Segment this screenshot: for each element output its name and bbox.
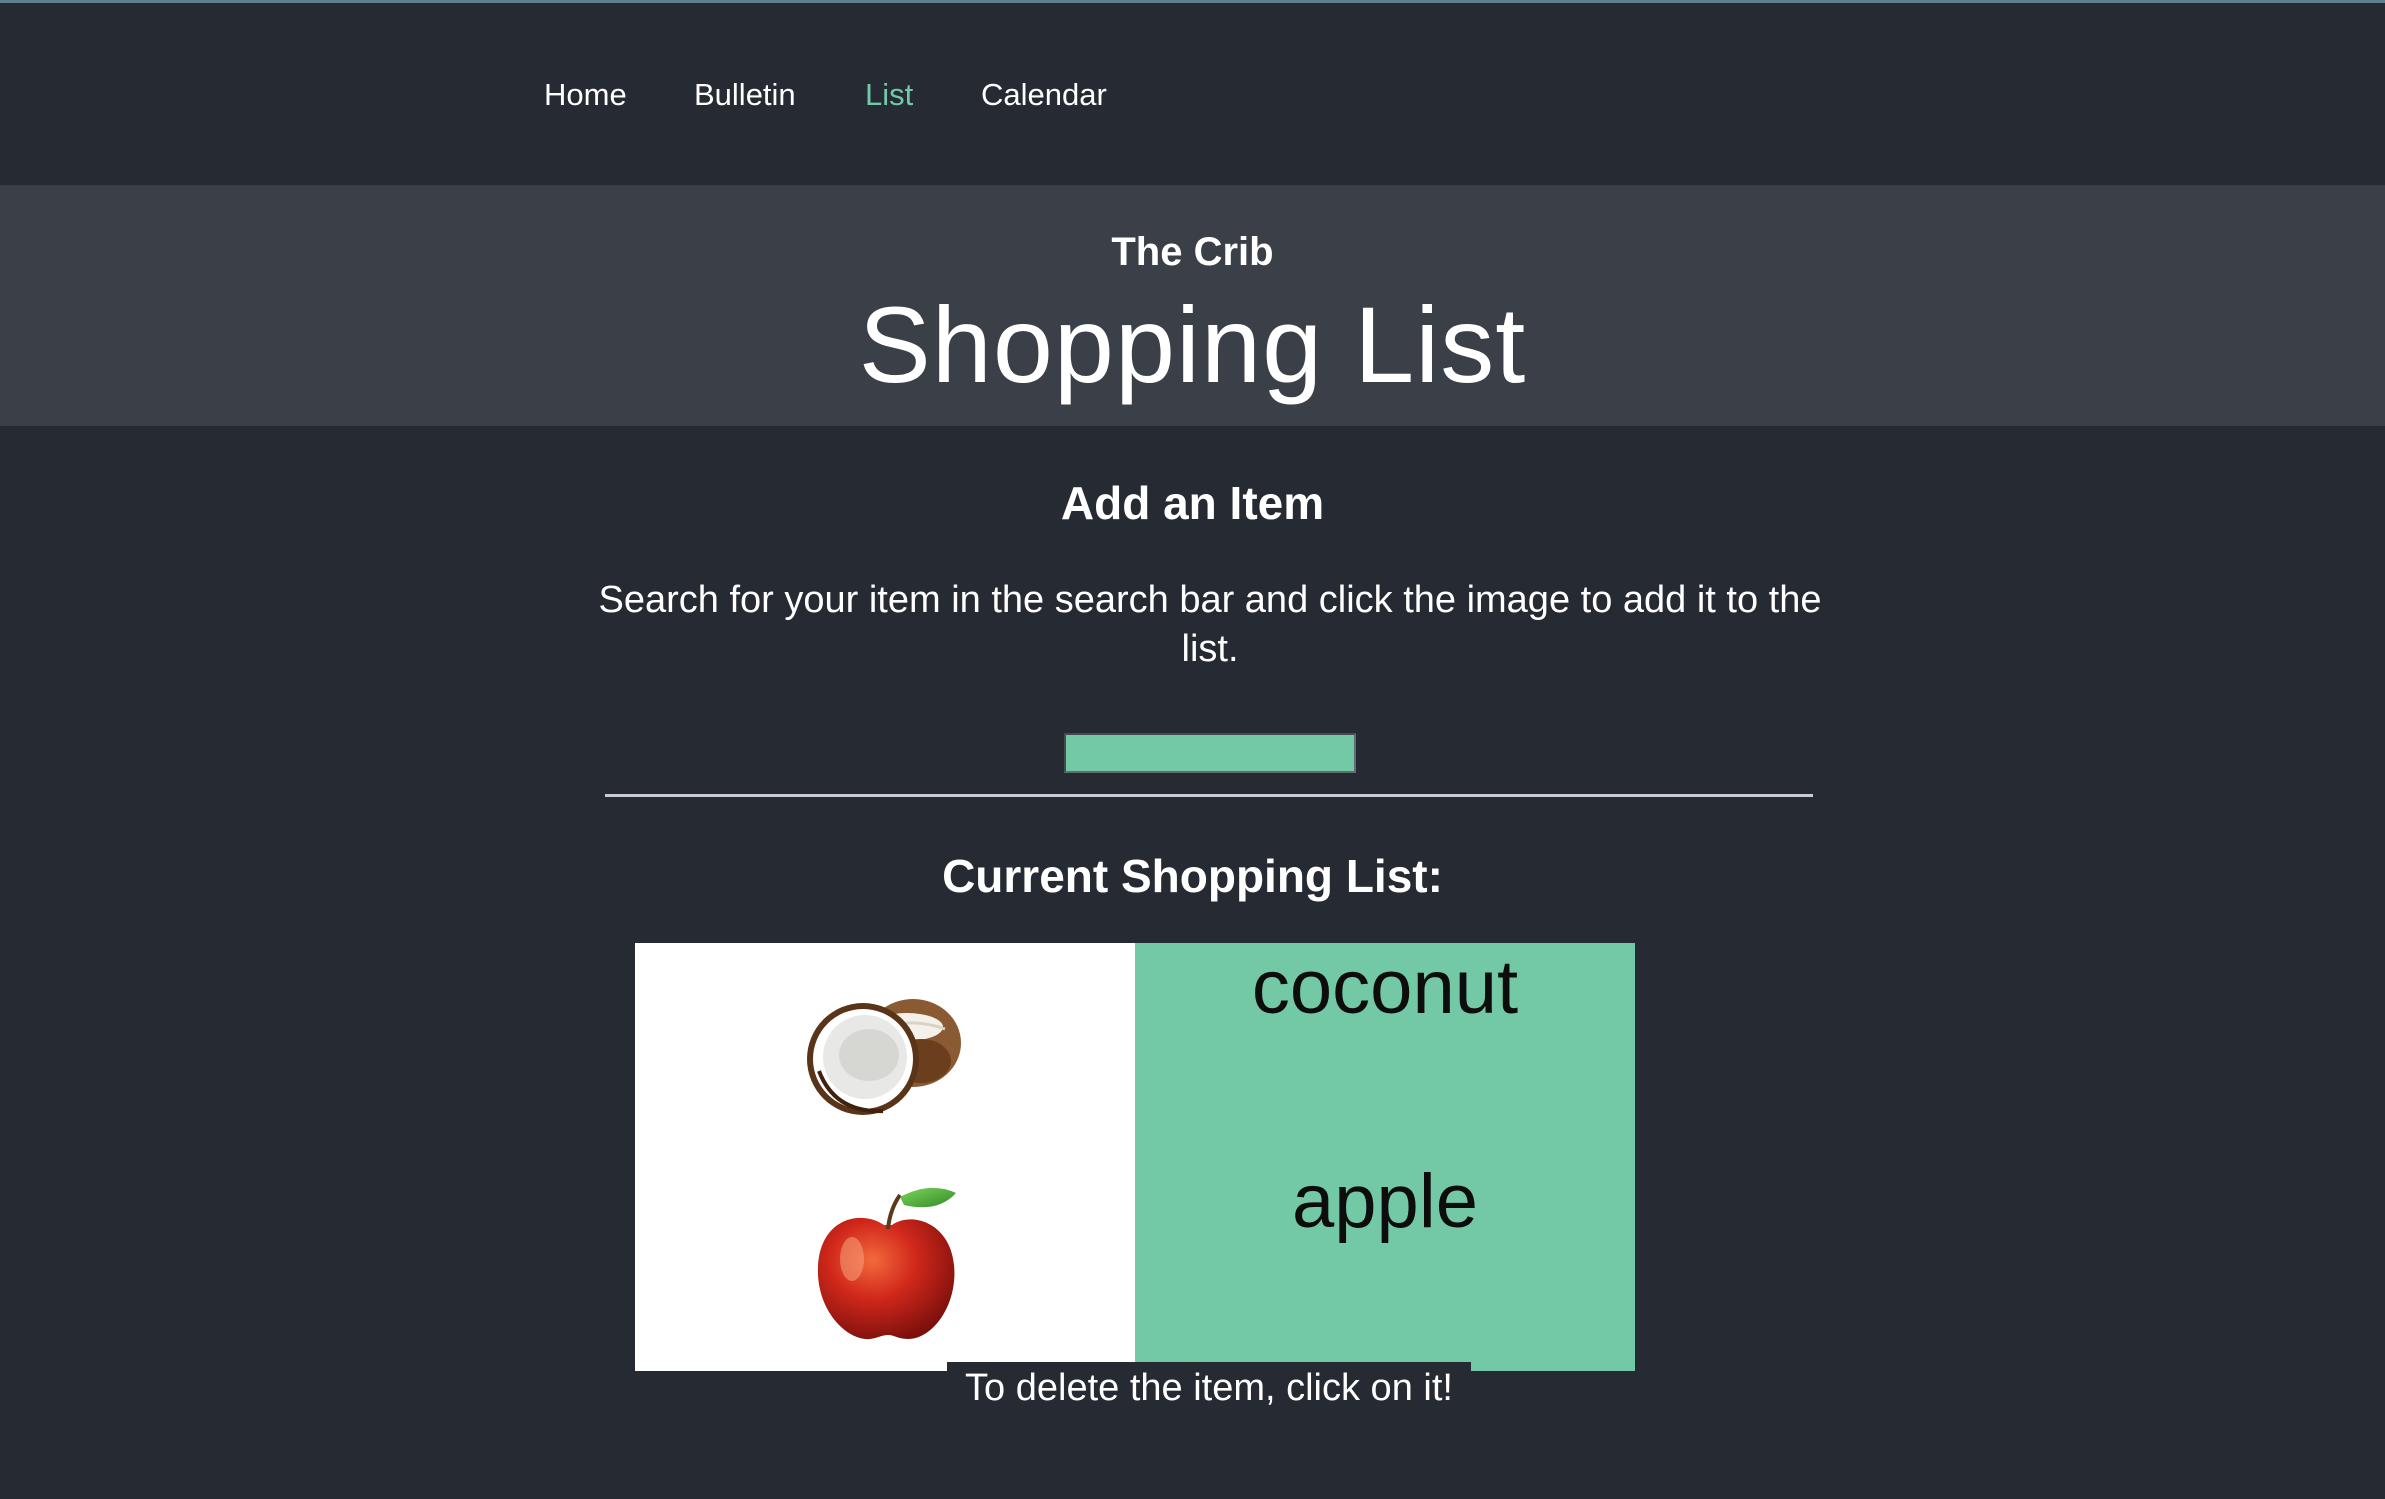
navbar: Home Bulletin List Calendar — [0, 3, 2385, 185]
section-divider — [605, 794, 1813, 797]
nav-bulletin-link[interactable]: Bulletin — [694, 75, 796, 115]
add-item-heading: Add an Item — [1060, 477, 1325, 529]
page-header: The Crib Shopping List — [0, 185, 2385, 426]
list-item-apple-name[interactable]: apple — [1135, 1157, 1635, 1371]
apple-icon — [817, 1187, 956, 1340]
nav-list-link[interactable]: List — [865, 75, 913, 115]
search-input[interactable] — [1064, 733, 1356, 773]
nav-calendar-link[interactable]: Calendar — [981, 75, 1107, 115]
shopping-list-table: coconut apple — [635, 943, 1635, 1371]
list-item-label: coconut — [1251, 945, 1519, 1030]
nav-home-link[interactable]: Home — [544, 75, 627, 115]
add-item-instructions: Search for your item in the search bar a… — [598, 579, 1822, 670]
list-item-apple-image[interactable] — [635, 1157, 1135, 1371]
shopping-list-heading: Current Shopping List: — [942, 850, 1443, 902]
list-item-coconut-image[interactable] — [635, 943, 1135, 1157]
delete-hint: To delete the item, click on it! — [947, 1362, 1471, 1412]
list-item-label: apple — [1292, 1159, 1478, 1244]
page-title: Shopping List — [858, 284, 1527, 405]
list-item-coconut-name[interactable]: coconut — [1135, 943, 1635, 1157]
coconut-icon — [807, 999, 961, 1115]
site-name: The Crib — [1111, 230, 1274, 274]
